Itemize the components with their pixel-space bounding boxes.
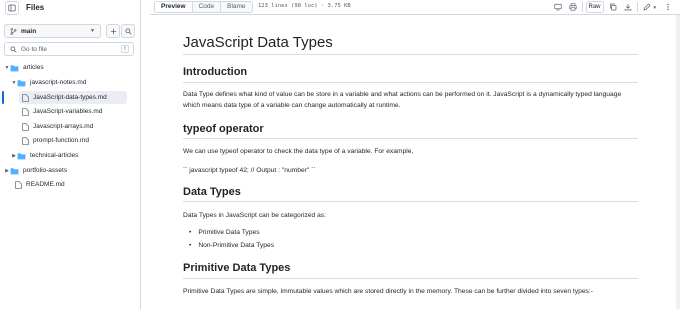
- branch-name: main: [21, 27, 37, 35]
- search-icon: [124, 27, 132, 35]
- git-branch-icon: [10, 27, 17, 35]
- tree-folder-technical-articles[interactable]: ▶ technical-articles: [11, 149, 78, 162]
- file-info: 123 lines (98 loc) · 3.75 KB: [258, 3, 351, 9]
- tab-blame[interactable]: Blame: [221, 2, 252, 12]
- toolbar-bottom-border: [150, 14, 680, 15]
- file-icon: [22, 107, 29, 116]
- tree-item-label: technical-articles: [30, 152, 79, 159]
- view-mode-tabs: Preview Code Blame: [154, 1, 253, 13]
- tree-file-javascript-variables[interactable]: JavaScript-variables.md: [22, 105, 102, 118]
- more-options-button[interactable]: [662, 1, 674, 13]
- typeof-code-paragraph: `` javascript typeof 42; // Output : "nu…: [183, 167, 316, 174]
- edit-file-button[interactable]: ▼: [641, 1, 659, 13]
- chevron-down-icon: ▼: [90, 28, 95, 34]
- search-files-button[interactable]: [121, 24, 135, 38]
- typeof-paragraph: We can use typeof operator to check the …: [183, 148, 414, 155]
- tree-folder-articles[interactable]: ▼ articles: [4, 61, 44, 74]
- sidebar-header: Files: [0, 0, 140, 17]
- selected-indicator: [2, 91, 4, 104]
- tree-item-label: articles: [23, 64, 44, 71]
- file-icon: [22, 122, 29, 131]
- download-icon: [624, 4, 631, 11]
- heading-rule: [183, 278, 638, 279]
- sidebar-title: Files: [26, 3, 45, 12]
- shortcut-key: t: [121, 45, 129, 53]
- branch-selector[interactable]: main ▼: [4, 24, 101, 38]
- primitive-paragraph: Primitive Data Types are simple, immutab…: [183, 288, 593, 295]
- go-to-file-input[interactable]: Go to file t: [4, 42, 134, 56]
- folder-icon: [17, 152, 26, 159]
- chevron-down-icon: ▼: [652, 4, 657, 10]
- tree-file-prompt-function[interactable]: prompt-function.md: [22, 134, 89, 147]
- tree-item-label: portfolio-assets: [23, 167, 68, 174]
- go-to-file-placeholder: Go to file: [21, 45, 48, 53]
- kebab-menu-icon: [667, 3, 669, 11]
- heading-introduction: Introduction: [183, 66, 248, 78]
- heading-rule: [183, 138, 638, 139]
- print-button[interactable]: [567, 1, 579, 13]
- list-item: Non-Primitive Data Types: [189, 242, 274, 249]
- tab-preview[interactable]: Preview: [155, 2, 193, 12]
- tree-item-label: JavaScript-variables.md: [33, 108, 103, 115]
- document-title: JavaScript Data Types: [183, 34, 333, 51]
- file-icon: [22, 136, 29, 145]
- folder-icon: [17, 79, 26, 86]
- tab-code[interactable]: Code: [192, 2, 222, 12]
- copy-icon: [609, 3, 616, 11]
- vertical-scrollbar[interactable]: [676, 15, 680, 309]
- title-rule: [183, 54, 638, 55]
- toolbar-divider: [581, 2, 583, 12]
- printer-icon: [568, 3, 577, 11]
- tree-folder-javascript-notes[interactable]: ▼ javascript-notes.md: [11, 76, 87, 89]
- intro-paragraph: Data Type defines what kind of value can…: [183, 91, 622, 109]
- screen-icon: [553, 3, 562, 11]
- file-icon: [15, 180, 22, 189]
- tree-folder-portfolio-assets[interactable]: ▶ portfolio-assets: [4, 164, 67, 177]
- tree-file-javascript-data-types[interactable]: JavaScript-data-types.md: [19, 91, 127, 104]
- download-button[interactable]: [622, 1, 634, 13]
- heading-primitive-types: Primitive Data Types: [183, 262, 291, 274]
- tree-item-label: prompt-function.md: [33, 137, 89, 144]
- toolbar-actions: Raw ▼: [552, 1, 674, 13]
- open-in-codespace-button[interactable]: [552, 1, 564, 13]
- sidebar-panel-icon: [8, 4, 16, 12]
- toolbar-divider: [636, 2, 638, 12]
- tree-file-readme[interactable]: README.md: [15, 178, 65, 191]
- raw-button[interactable]: Raw: [585, 1, 604, 13]
- plus-icon: [110, 28, 116, 34]
- pencil-icon: [643, 3, 651, 11]
- tree-item-label: Javascript-arrays.md: [33, 123, 94, 130]
- tree-item-label: javascript-notes.md: [30, 79, 87, 86]
- search-icon: [10, 45, 17, 53]
- heading-rule: [183, 201, 638, 202]
- file-tree-sidebar: Files main ▼ Go to file t ▼ articles ▼ j…: [0, 0, 141, 309]
- tree-item-label: README.md: [26, 181, 65, 188]
- add-file-button[interactable]: [106, 24, 120, 38]
- heading-data-types: Data Types: [183, 186, 241, 198]
- list-item: Primitive Data Types: [189, 229, 259, 236]
- folder-icon: [10, 167, 19, 174]
- types-paragraph: Data Types in JavaScript can be categori…: [183, 212, 326, 219]
- file-toolbar: Preview Code Blame 123 lines (98 loc) · …: [150, 0, 680, 14]
- tree-file-javascript-arrays[interactable]: Javascript-arrays.md: [22, 120, 93, 133]
- heading-rule: [183, 82, 638, 83]
- file-icon: [22, 93, 29, 102]
- collapse-sidebar-button[interactable]: [5, 1, 19, 15]
- tree-item-label: JavaScript-data-types.md: [33, 94, 107, 101]
- folder-icon: [10, 64, 19, 71]
- heading-typeof: typeof operator: [183, 123, 264, 135]
- copy-raw-button[interactable]: [607, 1, 619, 13]
